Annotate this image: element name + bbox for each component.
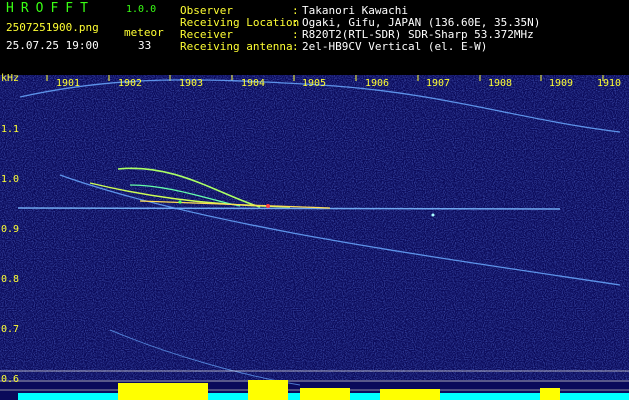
- y-tick: 1.1: [1, 124, 20, 135]
- meteor-label: meteor: [124, 26, 164, 39]
- file-name: 2507251900.png: [6, 21, 99, 34]
- x-tick: 1906: [365, 78, 390, 89]
- spectrogram: [0, 75, 629, 400]
- meteor-head: [431, 213, 435, 217]
- info-antenna-value: 2el-HB9CV Vertical (el. E-W): [302, 40, 488, 53]
- y-tick: 0.9: [1, 224, 20, 235]
- x-tick: 1903: [179, 78, 204, 89]
- carrier-line: [17, 207, 561, 210]
- info-antenna-key: Receiving antenna: [180, 40, 293, 53]
- x-tick: 1905: [302, 78, 327, 89]
- date-time: 25.07.25 19:00: [6, 39, 99, 52]
- x-tick: 1904: [241, 78, 266, 89]
- y-axis-unit: kHz: [1, 73, 20, 84]
- y-tick: 0.6: [1, 374, 20, 385]
- x-tick: 1908: [488, 78, 513, 89]
- y-tick: 0.7: [1, 324, 20, 335]
- x-tick: 1910: [597, 78, 622, 89]
- info-sep: :: [292, 40, 299, 53]
- meteor-count: 33: [138, 39, 152, 52]
- meteor-head: [178, 200, 182, 204]
- hroft-screen: { "app": { "title": "HROFFT", "version":…: [0, 0, 629, 400]
- x-tick: 1901: [56, 78, 81, 89]
- x-tick: 1907: [426, 78, 451, 89]
- meteor-head: [266, 204, 270, 208]
- x-tick: 1902: [118, 78, 143, 89]
- app-version: 1.0.0: [126, 4, 157, 15]
- noise-layer: [0, 75, 629, 380]
- x-tick: 1909: [549, 78, 574, 89]
- y-tick: 0.8: [1, 274, 20, 285]
- y-tick: 1.0: [1, 174, 20, 185]
- app-title: HROFFT: [6, 1, 95, 16]
